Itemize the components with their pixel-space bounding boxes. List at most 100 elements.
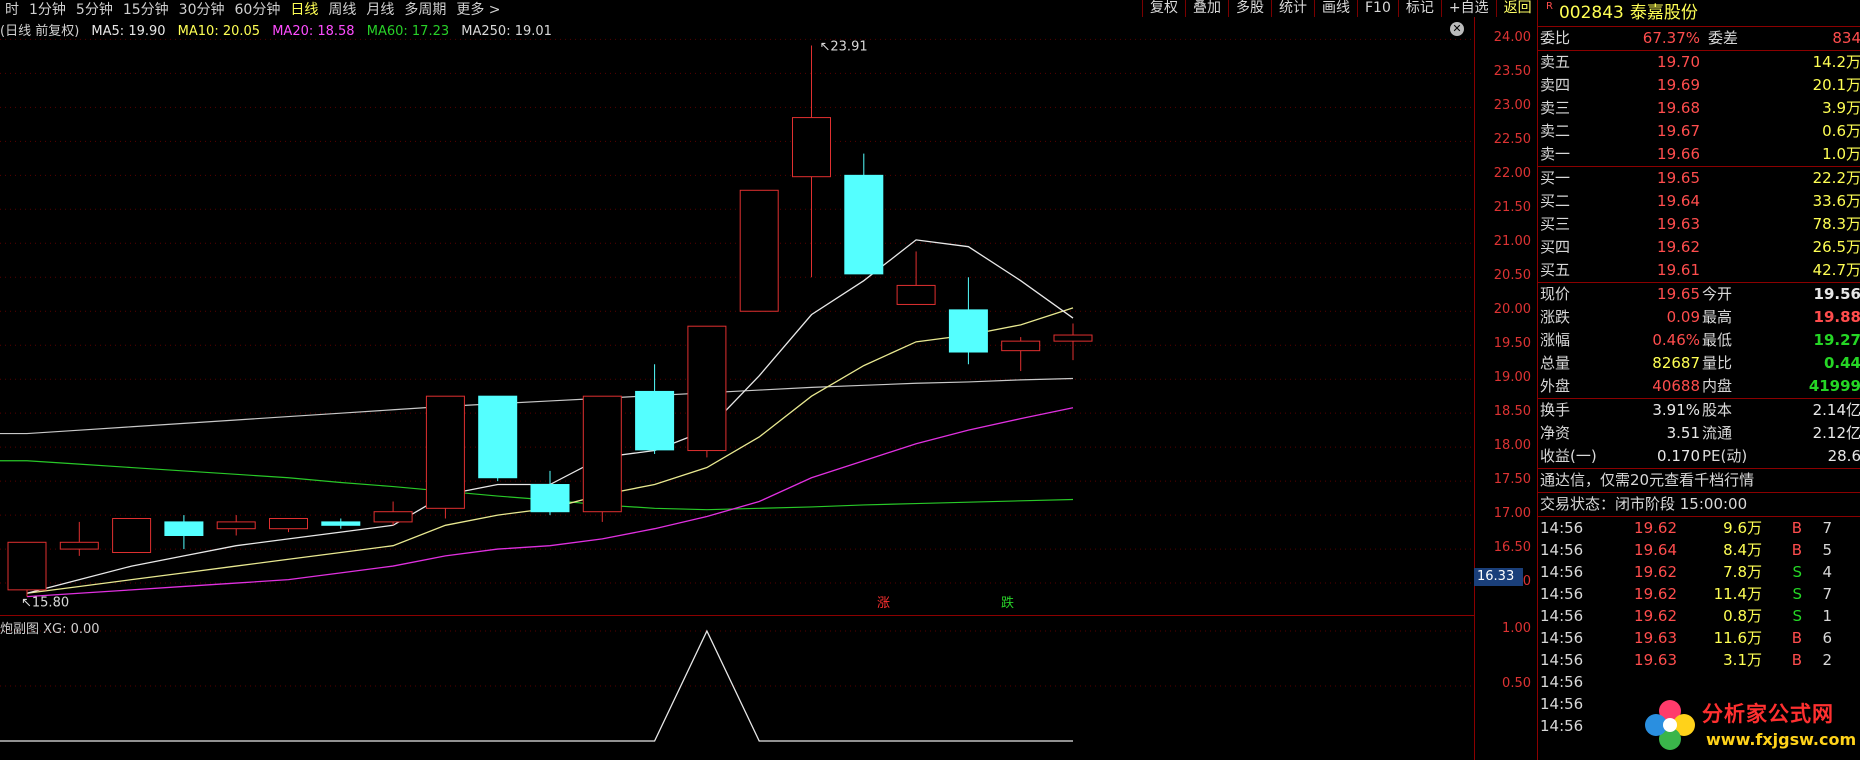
period-tab-0[interactable]: 时 — [5, 0, 19, 18]
candle-body — [478, 395, 518, 479]
ask-row[interactable]: 卖二 19.67 0.6万 — [1538, 120, 1860, 143]
book-spacer — [1700, 74, 1782, 97]
toolbar-button-0[interactable]: 复权 — [1142, 0, 1185, 17]
tick-volume: 8.4万 — [1723, 541, 1762, 559]
stat-row: 涨幅 0.46% 最低 19.27 — [1538, 329, 1860, 352]
tick-side: S — [1792, 585, 1802, 603]
bid-row[interactable]: 买五 19.61 42.7万 — [1538, 259, 1860, 282]
toolbar-button-4[interactable]: 画线 — [1314, 0, 1357, 17]
period-tab-6[interactable]: 日线 — [290, 0, 318, 18]
r-badge: R — [1546, 1, 1553, 12]
promo-row[interactable]: 通达信，仅需20元查看千档行情 — [1538, 469, 1860, 493]
ask-row[interactable]: 卖五 19.70 14.2万 — [1538, 51, 1860, 74]
fundamental-row: 收益(一) 0.170 PE(动) 28.6 — [1538, 445, 1860, 468]
tick-side: B — [1791, 651, 1802, 669]
tick-volume: 3.1万 — [1723, 651, 1762, 669]
indicator-tick: 0.50 — [1502, 676, 1531, 691]
bid-row[interactable]: 买二 19.64 33.6万 — [1538, 190, 1860, 213]
toolbar-button-8[interactable]: 返回 — [1495, 0, 1539, 17]
book-volume: 42.7万 — [1812, 261, 1860, 279]
book-price: 19.68 — [1657, 99, 1700, 117]
toolbar-button-1[interactable]: 叠加 — [1185, 0, 1228, 17]
stat-label: 涨幅 — [1540, 331, 1571, 349]
stat-label: 股本 — [1702, 401, 1733, 419]
tick-time: 14:56 — [1540, 695, 1584, 713]
low-annotation: ↖15.80 — [21, 596, 69, 611]
watermark: 分析家公式网 www.fxjgsw.com — [1640, 690, 1860, 760]
toolbar-button-3[interactable]: 统计 — [1271, 0, 1314, 17]
price-tick: 19.00 — [1493, 370, 1531, 386]
book-spacer — [1700, 259, 1782, 282]
stat-label: PE(动) — [1702, 447, 1748, 465]
toolbar-button-6[interactable]: 标记 — [1397, 0, 1441, 17]
tick-price: 19.62 — [1634, 563, 1677, 581]
toolbar-button-7[interactable]: +自选 — [1440, 0, 1496, 17]
stat-value: 19.65 — [1657, 285, 1700, 303]
stat-label: 总量 — [1540, 354, 1571, 372]
book-label: 卖一 — [1540, 145, 1571, 163]
watermark-brand: 分析家公式网 — [1702, 702, 1834, 726]
candle-body — [582, 395, 622, 513]
book-spacer — [1700, 97, 1782, 120]
price-tick: 18.00 — [1493, 438, 1531, 454]
bid-row[interactable]: 买四 19.62 26.5万 — [1538, 236, 1860, 259]
bid-row[interactable]: 买三 19.63 78.3万 — [1538, 213, 1860, 236]
price-tick: 21.50 — [1493, 200, 1531, 216]
book-label: 卖五 — [1540, 53, 1571, 71]
price-tick: 21.00 — [1493, 234, 1531, 250]
ma250-line — [0, 377, 1074, 435]
stat-value: 3.51 — [1666, 424, 1700, 442]
ask-row[interactable]: 卖一 19.66 1.0万 — [1538, 143, 1860, 166]
toolbar-button-5[interactable]: F10 — [1357, 0, 1398, 17]
period-tab-7[interactable]: 周线 — [328, 0, 356, 18]
book-volume: 1.0万 — [1822, 145, 1860, 163]
period-tab-1[interactable]: 1分钟 — [29, 0, 66, 18]
stat-label: 今开 — [1702, 285, 1733, 303]
period-tab-2[interactable]: 5分钟 — [76, 0, 113, 18]
stat-value: 19.88 — [1813, 308, 1860, 326]
period-tab-8[interactable]: 月线 — [366, 0, 394, 18]
period-bar: 时 1分钟 5分钟 15分钟 30分钟 60分钟 日线 周线 月线 多周期 更多 > — [0, 0, 1142, 18]
die-marker: 跌 — [1001, 595, 1014, 611]
period-tab-4[interactable]: 30分钟 — [179, 0, 225, 18]
book-price: 19.64 — [1657, 192, 1700, 210]
book-label: 买一 — [1540, 169, 1571, 187]
stat-label: 涨跌 — [1540, 308, 1571, 326]
book-label: 卖二 — [1540, 122, 1571, 140]
book-volume: 22.2万 — [1812, 169, 1860, 187]
candlestick-chart[interactable]: ↖23.91 ↖15.80 涨 跌 — [0, 17, 1474, 615]
price-tick: 17.50 — [1493, 472, 1531, 488]
price-tick: 22.00 — [1493, 166, 1531, 182]
bid-row[interactable]: 买一 19.65 22.2万 — [1538, 167, 1860, 190]
price-tick: 24.00 — [1493, 30, 1531, 46]
candle-body — [373, 511, 413, 523]
period-tab-5[interactable]: 60分钟 — [235, 0, 281, 18]
ask-row[interactable]: 卖三 19.68 3.9万 — [1538, 97, 1860, 120]
candle-body — [635, 390, 675, 451]
stat-label: 现价 — [1540, 285, 1571, 303]
period-tab-9[interactable]: 多周期 — [404, 0, 446, 18]
candle-body — [269, 518, 308, 530]
candle-body — [687, 325, 727, 452]
period-tab-10[interactable]: 更多 > — [456, 0, 500, 18]
book-volume: 33.6万 — [1812, 192, 1860, 210]
stat-label: 量比 — [1702, 354, 1733, 372]
indicator-chart[interactable] — [0, 616, 1474, 760]
stock-header: R 002843 泰嘉股份 — [1538, 0, 1860, 27]
candle-body — [948, 309, 988, 353]
period-tab-3[interactable]: 15分钟 — [123, 0, 169, 18]
tick-volume: 9.6万 — [1723, 519, 1762, 537]
tick-price: 19.63 — [1634, 629, 1677, 647]
book-label: 卖三 — [1540, 99, 1571, 117]
toolbar-button-2[interactable]: 多股 — [1228, 0, 1271, 17]
book-spacer — [1700, 190, 1782, 213]
stat-value: 41999 — [1808, 377, 1860, 395]
tick-time: 14:56 — [1540, 607, 1584, 625]
candle-body — [530, 484, 570, 513]
ask-row[interactable]: 卖四 19.69 20.1万 — [1538, 74, 1860, 97]
book-spacer — [1700, 51, 1782, 74]
candle-body — [1053, 334, 1093, 342]
price-tick: 23.50 — [1493, 64, 1531, 80]
promo-text[interactable]: 通达信，仅需20元查看千档行情 — [1538, 469, 1754, 492]
candle-body — [792, 117, 831, 178]
